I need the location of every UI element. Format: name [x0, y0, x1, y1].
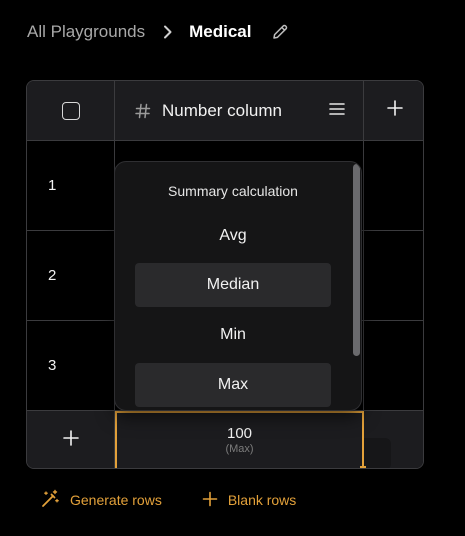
- summary-calculation-menu: Summary calculation Avg Median Min Max: [114, 161, 362, 411]
- option-min[interactable]: Min: [135, 313, 331, 357]
- page-title: Medical: [189, 22, 252, 41]
- scrollbar[interactable]: [349, 162, 361, 410]
- row-number: 3: [48, 357, 57, 374]
- magic-wand-icon: [40, 489, 60, 512]
- row-number: 1: [48, 177, 57, 194]
- scrollbar-thumb[interactable]: [353, 164, 360, 356]
- plus-icon: [386, 100, 403, 121]
- column-title: Number column: [162, 100, 282, 120]
- blank-rows-label: Blank rows: [227, 492, 297, 508]
- generate-rows-button[interactable]: Generate rows: [40, 489, 162, 512]
- plus-icon: [62, 430, 79, 451]
- row-number-cell: 1: [27, 141, 115, 231]
- row-number-cell: 3: [27, 321, 115, 411]
- blank-rows-button[interactable]: Blank rows: [202, 491, 296, 510]
- empty-cell: [364, 231, 423, 321]
- column-header-number[interactable]: Number column: [115, 81, 364, 141]
- summary-cell[interactable]: 100 (Max): [115, 411, 366, 468]
- generate-rows-label: Generate rows: [70, 492, 162, 508]
- row-actions: Generate rows Blank rows: [40, 489, 296, 511]
- plus-icon: [202, 491, 218, 510]
- pencil-icon[interactable]: [271, 23, 289, 41]
- select-all-checkbox[interactable]: [61, 101, 80, 120]
- add-column-button[interactable]: [364, 81, 423, 141]
- empty-cell: [364, 141, 423, 231]
- summary-value: 100: [226, 425, 253, 442]
- row-number-cell: 2: [27, 231, 115, 321]
- option-median[interactable]: Median: [135, 263, 331, 307]
- breadcrumb: All Playgrounds Medical: [27, 19, 289, 45]
- chevron-right-icon: [163, 25, 173, 39]
- menu-icon[interactable]: [329, 102, 345, 121]
- resize-handle[interactable]: [360, 466, 366, 468]
- breadcrumb-all-playgrounds[interactable]: All Playgrounds: [27, 22, 145, 42]
- add-row-button[interactable]: [27, 411, 115, 468]
- select-all-cell: [27, 81, 115, 141]
- empty-cell: [364, 321, 423, 411]
- hash-icon: [135, 103, 151, 119]
- summary-label: (Max): [225, 443, 254, 455]
- option-avg[interactable]: Avg: [135, 214, 331, 258]
- row-number: 2: [48, 267, 57, 284]
- option-max[interactable]: Max: [135, 363, 331, 407]
- menu-title: Summary calculation: [168, 183, 298, 199]
